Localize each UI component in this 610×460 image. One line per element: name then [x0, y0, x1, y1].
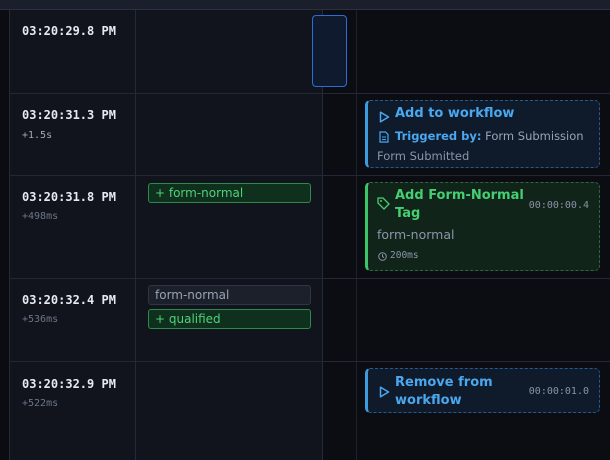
event-time: 03:20:29.8 PM — [22, 24, 116, 38]
row-divider — [9, 175, 610, 176]
action-title: Add to workflow — [395, 106, 515, 121]
elapsed-time: 200ms — [390, 250, 419, 261]
event-time: 03:20:32.4 PM — [22, 293, 116, 307]
tag-column — [136, 10, 323, 460]
row-divider — [9, 93, 610, 94]
add-tag-card[interactable]: Add Form-Normal Tag 00:00:00.4 form-norm… — [365, 182, 600, 271]
action-title-line2: Tag — [395, 206, 421, 221]
action-title-line1: Add Form-Normal — [395, 188, 524, 203]
time-column — [9, 10, 136, 460]
timeline-header — [0, 0, 610, 10]
action-title-line2: workflow — [395, 393, 462, 408]
tag-detail: form-normal — [377, 227, 455, 242]
selected-event-card[interactable] — [312, 15, 347, 87]
existing-tag-pill: form-normal — [148, 285, 311, 305]
trigger-line: Triggered by: Form Submission — [395, 129, 584, 143]
event-delta: +522ms — [22, 398, 59, 409]
play-icon — [379, 386, 390, 398]
event-delta: +498ms — [22, 211, 59, 222]
left-gutter — [0, 10, 9, 460]
action-duration: 00:00:00.4 — [528, 200, 589, 211]
row-divider — [9, 278, 610, 279]
event-time: 03:20:31.8 PM — [22, 190, 116, 204]
trigger-label: Triggered by: — [395, 129, 482, 143]
event-time: 03:20:32.9 PM — [22, 377, 116, 391]
trigger-value: Form Submission — [485, 129, 584, 143]
tag-added-pill: + qualified — [148, 309, 311, 329]
add-to-workflow-card[interactable]: Add to workflow Triggered by: Form Submi… — [365, 100, 600, 168]
event-delta: +1.5s — [22, 130, 53, 141]
event-delta: +536ms — [22, 314, 59, 325]
row-divider — [9, 361, 610, 362]
action-subtitle: Form Submitted — [377, 149, 470, 163]
action-duration: 00:00:01.0 — [528, 386, 589, 397]
event-time: 03:20:31.3 PM — [22, 108, 116, 122]
tag-added-pill: + form-normal — [148, 183, 311, 203]
action-title-line1: Remove from — [395, 375, 493, 390]
play-icon — [379, 111, 390, 123]
remove-from-workflow-card[interactable]: Remove from workflow 00:00:01.0 — [365, 368, 600, 413]
tag-icon — [377, 197, 390, 210]
clock-icon — [378, 252, 387, 261]
document-icon — [379, 131, 389, 143]
